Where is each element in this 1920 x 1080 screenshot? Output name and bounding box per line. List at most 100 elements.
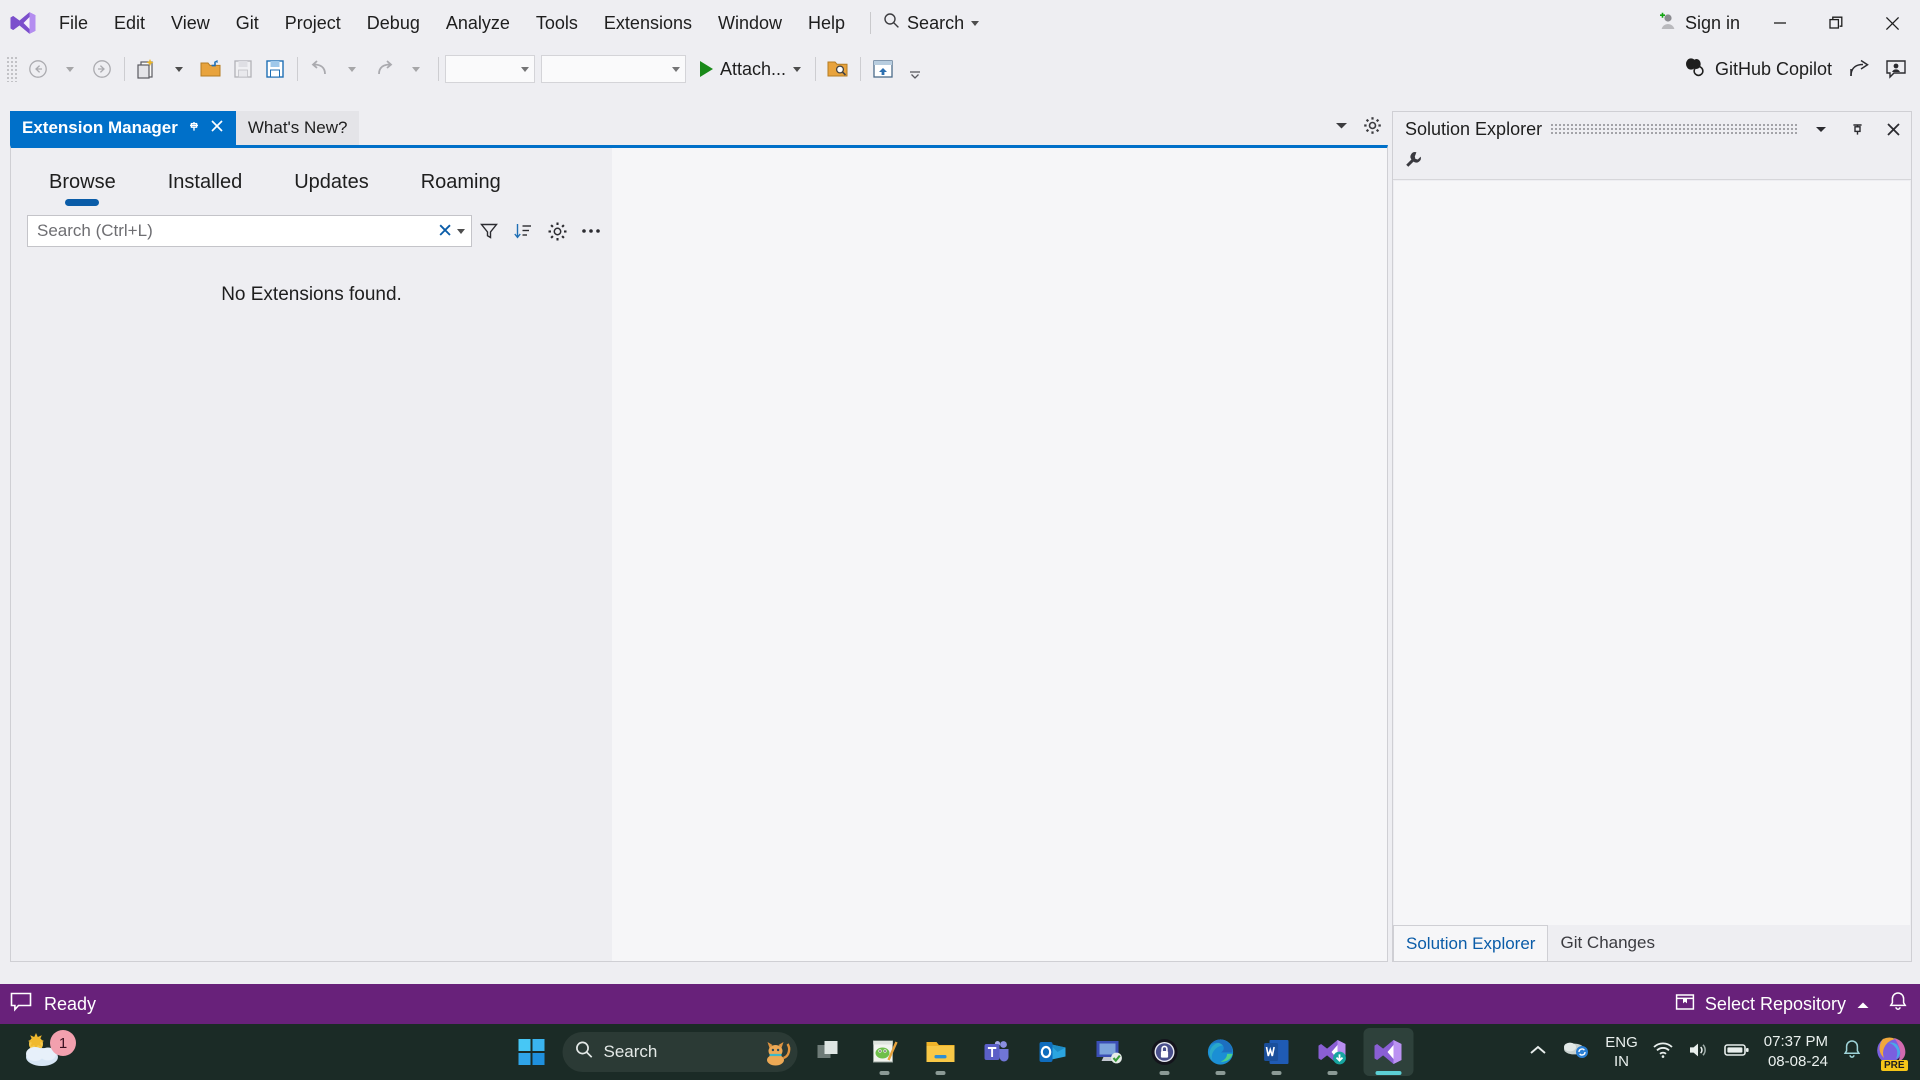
copilot-preview-icon[interactable]: PRE bbox=[1876, 1035, 1908, 1071]
chevron-up-icon[interactable] bbox=[1529, 1043, 1547, 1061]
undo-dropdown-icon[interactable] bbox=[336, 53, 368, 85]
solution-configuration-combo[interactable] bbox=[445, 55, 535, 83]
global-search-button[interactable]: Search bbox=[883, 12, 980, 34]
taskbar-clock[interactable]: 07:37 PM 08-08-24 bbox=[1764, 1032, 1828, 1072]
filter-funnel-icon[interactable] bbox=[472, 214, 506, 248]
run-play-icon bbox=[700, 61, 713, 77]
running-indicator bbox=[935, 1071, 946, 1075]
solution-explorer-tree[interactable] bbox=[1394, 181, 1910, 925]
close-icon[interactable] bbox=[1879, 115, 1907, 143]
toolbar-overflow-icon[interactable] bbox=[899, 53, 931, 85]
redo-dropdown-icon[interactable] bbox=[400, 53, 432, 85]
menu-item-git[interactable]: Git bbox=[223, 8, 272, 38]
outlook-icon[interactable] bbox=[1028, 1028, 1078, 1076]
toolbar-grip[interactable] bbox=[6, 56, 18, 82]
solution-platform-combo[interactable] bbox=[541, 55, 686, 83]
language-indicator[interactable]: ENG IN bbox=[1605, 1033, 1638, 1071]
redo-icon[interactable] bbox=[368, 53, 400, 85]
battery-icon[interactable] bbox=[1723, 1042, 1750, 1063]
window-layout-icon[interactable] bbox=[867, 53, 899, 85]
find-in-files-icon[interactable] bbox=[822, 53, 854, 85]
gear-icon[interactable] bbox=[540, 214, 574, 248]
chevron-up-icon bbox=[1856, 994, 1870, 1015]
sort-descending-icon[interactable] bbox=[506, 214, 540, 248]
tab-list-dropdown-icon[interactable] bbox=[1334, 118, 1349, 138]
properties-wrench-icon[interactable] bbox=[1403, 150, 1423, 175]
microsoft-teams-icon[interactable] bbox=[972, 1028, 1022, 1076]
new-project-icon[interactable] bbox=[131, 53, 163, 85]
close-icon[interactable] bbox=[210, 118, 224, 138]
search-input-wrapper[interactable]: ✕ bbox=[27, 215, 472, 247]
navigate-back-icon[interactable] bbox=[22, 53, 54, 85]
feedback-icon[interactable] bbox=[1880, 53, 1912, 85]
notepad-icon[interactable] bbox=[860, 1028, 910, 1076]
document-tab-strip: Extension Manager What's New? bbox=[10, 111, 1388, 145]
onedrive-sync-icon[interactable] bbox=[1561, 1039, 1591, 1066]
bell-icon[interactable] bbox=[1888, 991, 1908, 1017]
menu-item-analyze[interactable]: Analyze bbox=[433, 8, 523, 38]
menu-item-view[interactable]: View bbox=[158, 8, 223, 38]
visual-studio-icon[interactable] bbox=[1363, 1028, 1414, 1076]
menu-item-project[interactable]: Project bbox=[272, 8, 354, 38]
restore-icon[interactable] bbox=[1808, 0, 1864, 46]
menu-divider bbox=[870, 12, 872, 34]
open-folder-icon[interactable] bbox=[195, 53, 227, 85]
file-explorer-icon[interactable] bbox=[916, 1028, 966, 1076]
more-ellipsis-icon[interactable] bbox=[574, 214, 608, 248]
system-tray: ENG IN 07:37 PM 08-08-24 PRE bbox=[1529, 1032, 1908, 1072]
search-icon bbox=[575, 1040, 594, 1064]
volume-icon[interactable] bbox=[1688, 1041, 1710, 1064]
select-repository-button[interactable]: Select Repository bbox=[1675, 992, 1870, 1017]
global-search-label: Search bbox=[907, 12, 965, 33]
remote-desktop-icon[interactable] bbox=[1084, 1028, 1134, 1076]
microsoft-edge-icon[interactable] bbox=[1196, 1028, 1246, 1076]
new-project-dropdown-icon[interactable] bbox=[163, 53, 195, 85]
windows-start-icon[interactable] bbox=[507, 1028, 557, 1076]
visual-studio-installer-icon[interactable] bbox=[1308, 1028, 1358, 1076]
github-copilot-button[interactable]: GitHub Copilot bbox=[1674, 53, 1840, 85]
menu-item-edit[interactable]: Edit bbox=[101, 8, 158, 38]
microsoft-word-icon[interactable] bbox=[1252, 1028, 1302, 1076]
attach-button[interactable]: Attach... bbox=[692, 53, 809, 85]
navigate-back-dropdown-icon[interactable] bbox=[54, 53, 86, 85]
taskbar-search-box[interactable]: Search bbox=[562, 1032, 798, 1072]
gear-icon[interactable] bbox=[1363, 116, 1382, 140]
close-icon[interactable] bbox=[1864, 0, 1920, 46]
search-input[interactable] bbox=[37, 221, 434, 241]
bottom-tab-git-changes[interactable]: Git Changes bbox=[1548, 925, 1667, 961]
bell-icon[interactable] bbox=[1842, 1039, 1862, 1065]
undo-icon[interactable] bbox=[304, 53, 336, 85]
tab-updates[interactable]: Updates bbox=[294, 171, 369, 210]
solution-explorer-bottom-tabs: Solution Explorer Git Changes bbox=[1393, 925, 1911, 961]
menu-item-file[interactable]: File bbox=[46, 8, 101, 38]
tab-browse[interactable]: Browse bbox=[49, 171, 116, 210]
menu-item-tools[interactable]: Tools bbox=[523, 8, 591, 38]
chevron-down-icon[interactable] bbox=[1807, 115, 1835, 143]
document-tab-extension-manager[interactable]: Extension Manager bbox=[10, 111, 236, 145]
pin-icon[interactable] bbox=[1843, 115, 1871, 143]
minimize-icon[interactable] bbox=[1752, 0, 1808, 46]
share-icon[interactable] bbox=[1844, 53, 1876, 85]
panel-drag-grip[interactable] bbox=[1550, 123, 1799, 135]
menu-item-debug[interactable]: Debug bbox=[354, 8, 433, 38]
menu-item-extensions[interactable]: Extensions bbox=[591, 8, 705, 38]
menu-item-help[interactable]: Help bbox=[795, 8, 858, 38]
taskbar-widgets[interactable]: 1 bbox=[18, 1030, 88, 1074]
task-view-icon[interactable] bbox=[804, 1028, 854, 1076]
tab-roaming[interactable]: Roaming bbox=[421, 171, 501, 210]
clear-x-icon[interactable]: ✕ bbox=[433, 220, 457, 243]
save-all-icon[interactable] bbox=[259, 53, 291, 85]
tab-installed[interactable]: Installed bbox=[168, 171, 243, 210]
pin-icon[interactable] bbox=[187, 118, 201, 138]
save-icon[interactable] bbox=[227, 53, 259, 85]
bottom-tab-solution-explorer[interactable]: Solution Explorer bbox=[1393, 925, 1549, 961]
keepass-icon[interactable] bbox=[1140, 1028, 1190, 1076]
chevron-down-icon[interactable] bbox=[457, 228, 465, 234]
menu-item-window[interactable]: Window bbox=[705, 8, 795, 38]
sign-in-button[interactable]: Sign in bbox=[1645, 6, 1752, 40]
weather-cloud-icon[interactable]: 1 bbox=[18, 1030, 88, 1074]
wifi-icon[interactable] bbox=[1652, 1041, 1674, 1064]
navigate-forward-icon[interactable] bbox=[86, 53, 118, 85]
document-tab-whats-new[interactable]: What's New? bbox=[235, 111, 360, 145]
chevron-down-icon bbox=[521, 66, 529, 72]
